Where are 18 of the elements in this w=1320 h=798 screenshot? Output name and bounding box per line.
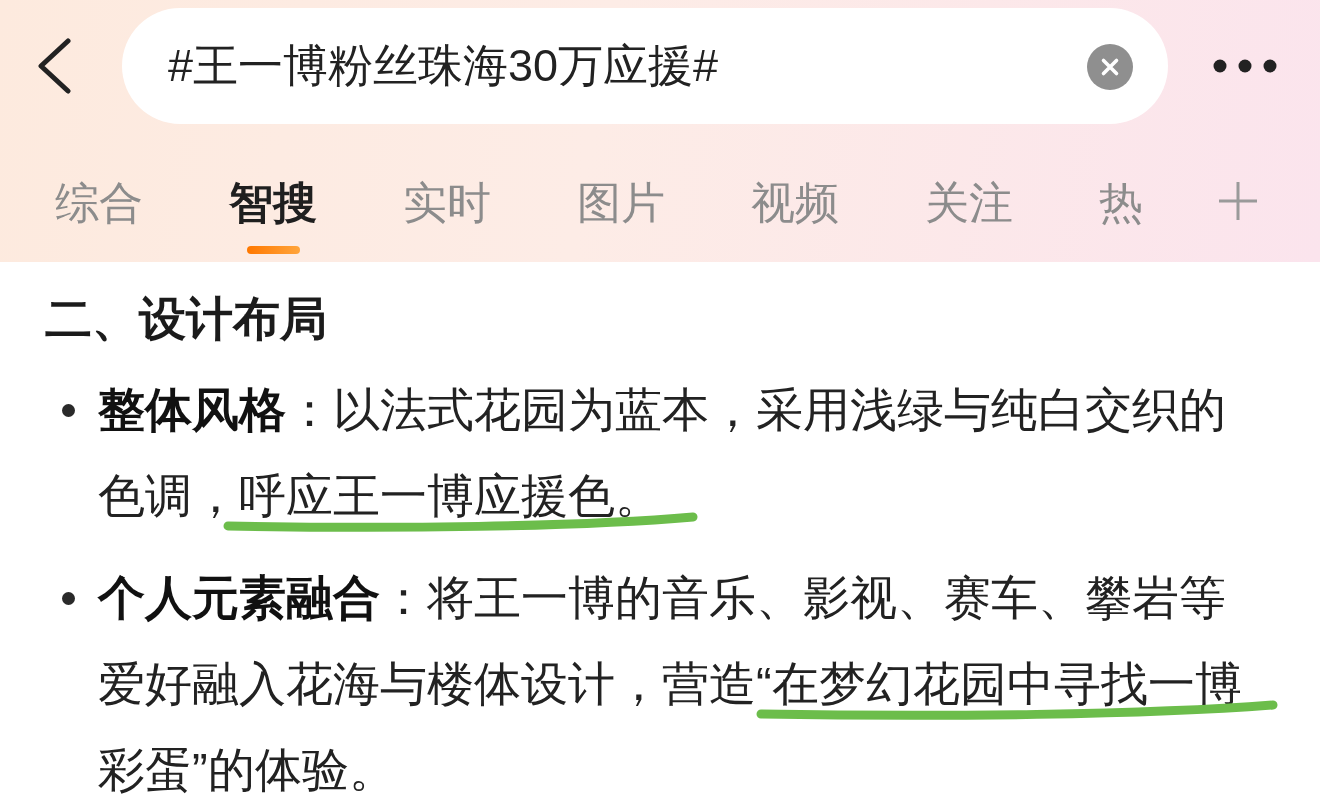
section-heading: 二、设计布局 [45, 291, 328, 347]
back-icon [37, 38, 71, 94]
search-field[interactable]: #王一博粉丝珠海30万应援# [122, 8, 1168, 124]
plus-icon [1218, 181, 1258, 221]
tab[interactable]: 图片 [577, 181, 665, 225]
clear-icon [1087, 44, 1133, 90]
tab[interactable]: 综合 [55, 181, 143, 225]
tab[interactable]: 关注 [925, 181, 1013, 225]
clear-button[interactable] [1087, 44, 1133, 90]
list-item-text: 整体风格：以法式花园为蓝本，采用浅绿与纯白交织的色调，呼应王一博应援色。 [98, 383, 1226, 522]
tab[interactable]: 视频 [751, 181, 839, 225]
tab[interactable]: 实时 [403, 181, 491, 225]
bullet-icon [62, 404, 75, 417]
list-item-text: 个人元素融合：将王一博的音乐、影视、赛车、攀岩等爱好融入花海与楼体设计，营造“在梦幻花园中寻找一博 彩蛋”的体验。 [98, 571, 1242, 796]
tab[interactable]: 热 [1099, 181, 1143, 225]
bullet-icon [62, 592, 75, 605]
more-icon [1213, 59, 1277, 73]
tab[interactable]: 智搜 [229, 181, 317, 254]
